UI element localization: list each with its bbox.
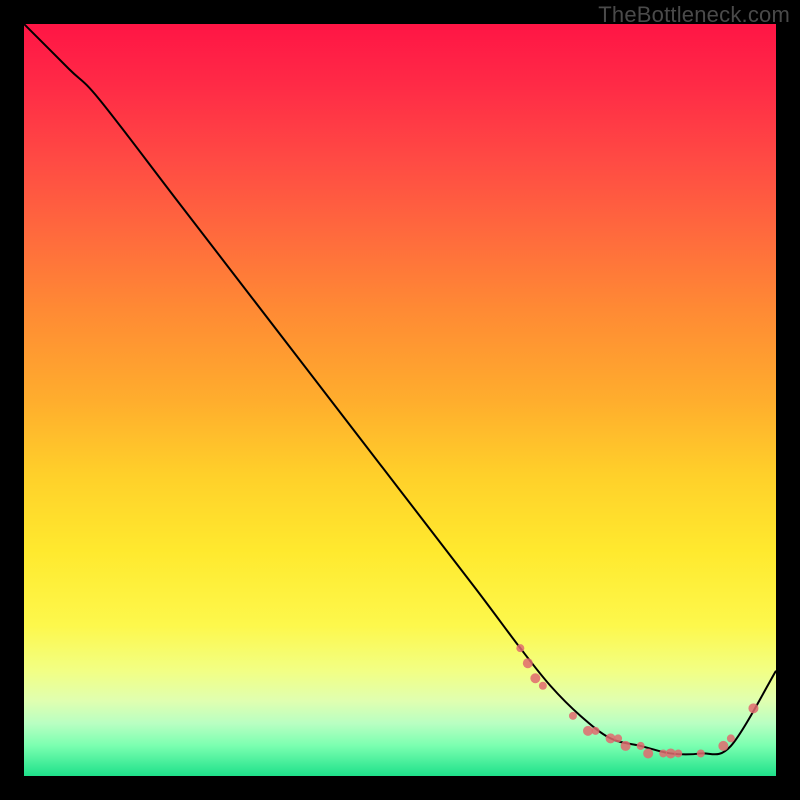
marker-dot: [569, 712, 577, 720]
marker-dot: [727, 734, 735, 742]
marker-dot: [606, 733, 616, 743]
watermark-text: TheBottleneck.com: [598, 2, 790, 28]
curve-line: [24, 24, 776, 754]
marker-dot: [539, 682, 547, 690]
marker-dot: [666, 748, 676, 758]
chart-frame: TheBottleneck.com: [0, 0, 800, 800]
chart-svg: [24, 24, 776, 776]
marker-dot: [583, 726, 593, 736]
marker-dot: [748, 703, 758, 713]
marker-dot: [621, 741, 631, 751]
bottleneck-curve-path: [24, 24, 776, 754]
marker-dot: [516, 644, 524, 652]
plot-area: [24, 24, 776, 776]
marker-dot: [718, 741, 728, 751]
marker-dot: [530, 673, 540, 683]
marker-dot: [637, 742, 645, 750]
marker-dot: [614, 734, 622, 742]
marker-dot: [697, 749, 705, 757]
marker-dot: [592, 727, 600, 735]
marker-dot: [674, 749, 682, 757]
curve-markers: [516, 644, 758, 758]
marker-dot: [643, 748, 653, 758]
marker-dot: [523, 658, 533, 668]
